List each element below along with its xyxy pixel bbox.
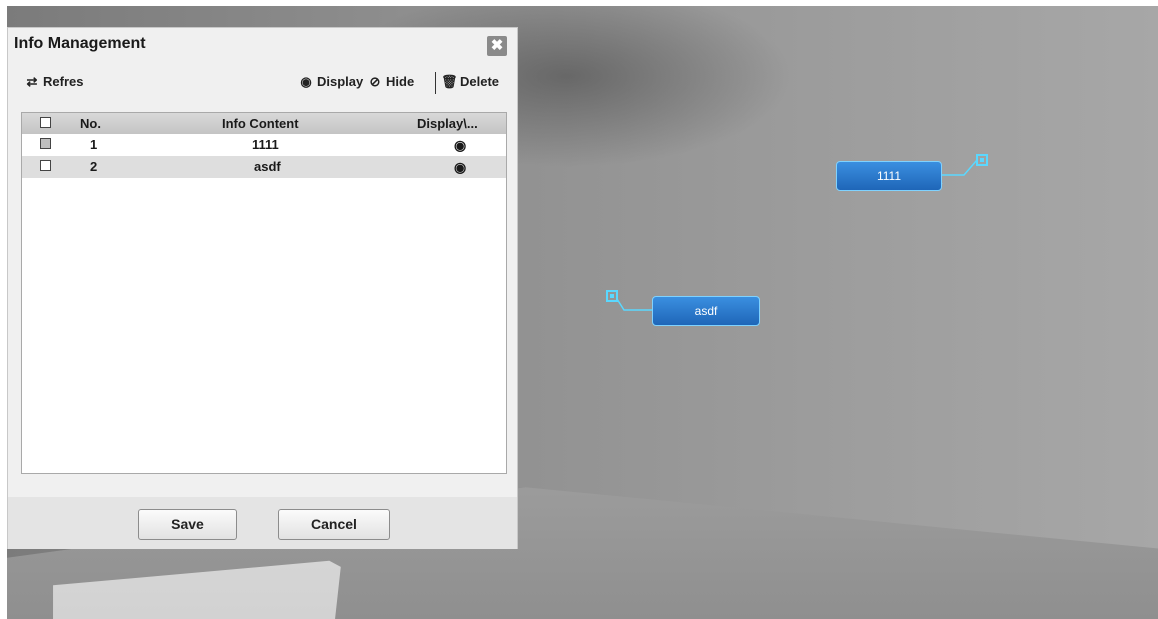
table-row[interactable]: 1 1111 ◉: [22, 134, 506, 156]
dialog-title: Info Management: [14, 35, 146, 52]
display-label: Display: [317, 74, 364, 89]
hide-label: Hide: [386, 74, 415, 89]
table-row[interactable]: 2 asdf ◉: [22, 156, 506, 178]
delete-label: Delete: [460, 74, 500, 89]
eye-icon[interactable]: ◉: [454, 156, 466, 178]
select-all-checkbox[interactable]: [40, 117, 51, 128]
toolbar-divider: [435, 72, 436, 94]
eye-icon[interactable]: ◉: [454, 134, 466, 156]
info-list-table: No. Info Content Display\... 1 1111 ◉ 2 …: [21, 112, 507, 474]
row-info-content: 1111: [252, 137, 279, 152]
row-info-content: asdf: [254, 159, 281, 174]
refresh-label: Refres: [43, 74, 84, 89]
close-button[interactable]: ✖: [487, 36, 507, 56]
osd-label-2[interactable]: asdf: [652, 296, 760, 326]
osd-label-1[interactable]: 1111: [836, 161, 942, 191]
close-icon: ✖: [490, 37, 504, 54]
column-header-no: No.: [80, 116, 101, 131]
table-header: No. Info Content Display\...: [22, 113, 506, 134]
info-management-dialog: Info Management ✖ ⇄ Refres ◉ Display ⊘ Hide…: [7, 27, 518, 549]
row-number: 1: [90, 137, 98, 152]
dialog-footer: Save Cancel: [8, 497, 517, 549]
eye-slash-icon: ⊘: [369, 74, 381, 89]
row-number: 2: [90, 159, 98, 174]
toolbar: ⇄ Refres ◉ Display ⊘ Hide 🗑 Delete: [8, 72, 517, 96]
trash-icon: 🗑: [441, 74, 458, 89]
row-checkbox[interactable]: [40, 138, 51, 149]
display-button[interactable]: ◉ Display: [298, 74, 368, 90]
delete-button[interactable]: 🗑 Delete: [441, 74, 509, 90]
eye-icon: ◉: [300, 74, 312, 89]
column-header-info-content: Info Content: [222, 116, 299, 131]
cancel-button[interactable]: Cancel: [278, 509, 390, 540]
row-checkbox[interactable]: [40, 160, 51, 171]
hide-button[interactable]: ⊘ Hide: [367, 74, 431, 90]
refresh-button[interactable]: ⇄ Refres: [24, 74, 104, 90]
column-header-display[interactable]: Display\...: [417, 113, 503, 134]
save-button[interactable]: Save: [138, 509, 237, 540]
refresh-icon: ⇄: [26, 74, 38, 89]
